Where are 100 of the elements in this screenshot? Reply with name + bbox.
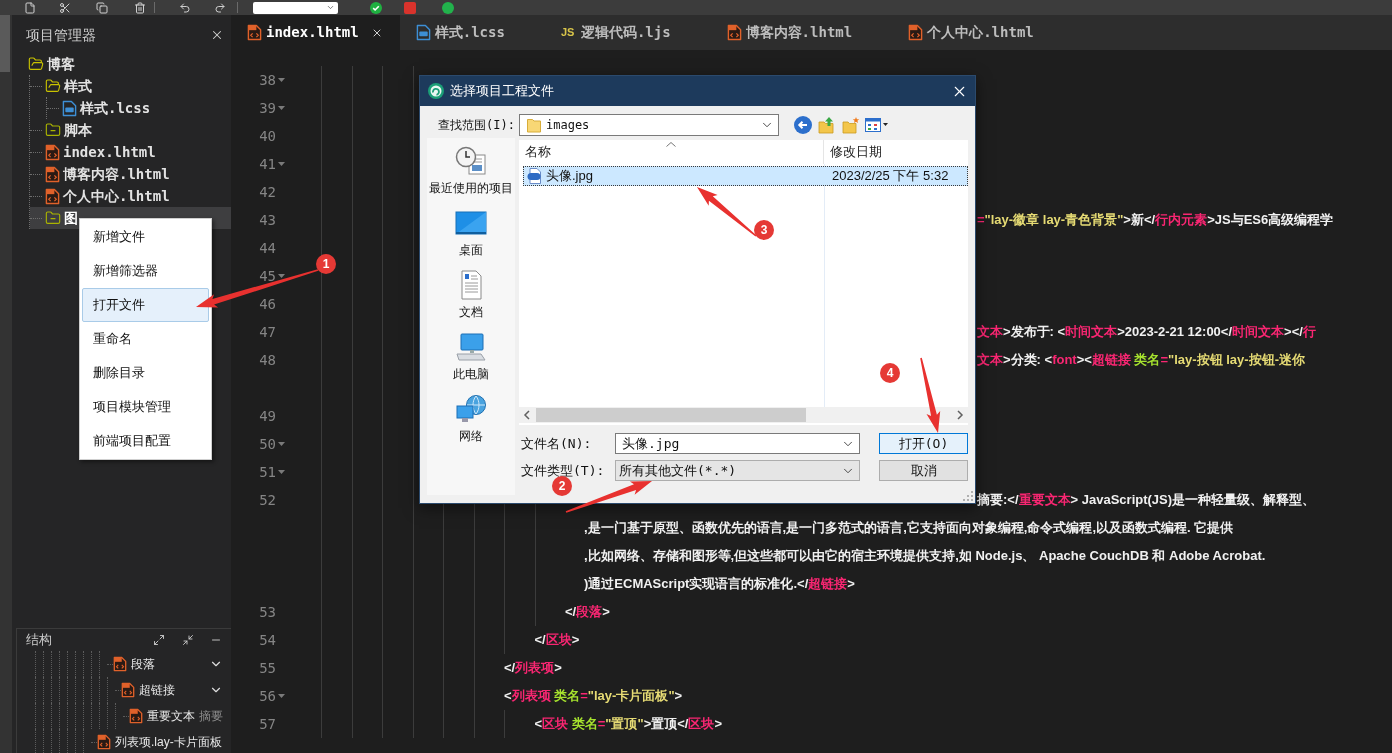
menu-item[interactable]: 新增筛选器 — [82, 254, 209, 288]
fold-arrow-icon[interactable] — [277, 162, 285, 166]
node-summary: 摘要 — [199, 708, 223, 725]
file-type-select[interactable]: 所有其他文件(*.*) — [615, 460, 860, 481]
back-icon[interactable] — [794, 116, 812, 134]
menu-item[interactable]: 新增文件 — [82, 220, 209, 254]
place-item[interactable]: 文档 — [427, 268, 515, 330]
line-number: 42 — [259, 182, 276, 202]
collapse-icon[interactable] — [182, 634, 194, 646]
code-line: </列表项> — [504, 659, 562, 677]
computer-icon — [455, 332, 487, 362]
fold-arrow-icon[interactable] — [277, 106, 285, 110]
item-label: 个人中心.lhtml — [63, 186, 170, 206]
view-menu-icon[interactable] — [865, 117, 889, 133]
expand-icon[interactable] — [153, 634, 165, 646]
scrollbar-thumb[interactable] — [0, 15, 10, 72]
scroll-left-icon[interactable] — [523, 410, 531, 420]
menu-item[interactable]: 项目模块管理 — [82, 390, 209, 424]
tree-item[interactable]: 段落 — [131, 655, 155, 673]
file-icon[interactable] — [24, 1, 36, 14]
file-row[interactable]: 头像.jpg 2023/2/25 下午 5:32 — [523, 166, 968, 186]
item-label: 样式 — [64, 76, 92, 96]
tree-item[interactable]: 超链接 — [139, 681, 175, 699]
clock-document-icon — [455, 146, 487, 176]
code-file-icon — [45, 143, 60, 161]
resize-grip-icon[interactable] — [963, 491, 973, 501]
tree-item[interactable]: 列表项.lay-卡片面板 — [115, 733, 222, 751]
item-label: 图 — [64, 208, 78, 228]
close-icon[interactable] — [210, 28, 224, 42]
code-line: 文本>发布于: <时间文本>2023-2-21 12:00</时间文本></行 — [977, 323, 1316, 341]
code-line: ="lay-徽章 lay-青色背景">新</行内元素>JS与ES6高级编程学 — [977, 211, 1334, 229]
code-line: </段落> — [565, 603, 610, 621]
line-number: 48 — [259, 350, 276, 370]
dropdown-field[interactable] — [253, 1, 338, 14]
code-file-icon — [113, 656, 127, 672]
tree-item[interactable]: 样式.lcss — [47, 97, 231, 119]
place-item[interactable]: 网络 — [427, 392, 515, 454]
image-file-icon — [527, 168, 543, 184]
tree-item[interactable]: 个人中心.lhtml — [30, 185, 231, 207]
fold-arrow-icon[interactable] — [277, 442, 285, 446]
fold-arrow-icon[interactable] — [277, 470, 285, 474]
editor-tab[interactable]: index.lhtml — [231, 15, 400, 50]
record-icon[interactable] — [442, 1, 454, 14]
file-name-field[interactable]: 头像.jpg — [615, 433, 860, 454]
item-label: 博客内容.lhtml — [63, 164, 170, 184]
trash-icon[interactable] — [134, 1, 146, 14]
place-item[interactable]: 桌面 — [427, 206, 515, 268]
fold-arrow-icon[interactable] — [277, 694, 285, 698]
line-number: 49 — [259, 406, 276, 426]
code-line: )通过ECMAScript实现语言的标准化.</超链接> — [584, 575, 855, 593]
scroll-right-icon[interactable] — [956, 410, 964, 420]
open-button[interactable]: 打开(O) — [879, 433, 968, 454]
panel-title: 结构 — [26, 631, 52, 650]
tree-item[interactable]: index.lhtml — [30, 141, 231, 163]
menu-item[interactable]: 打开文件 — [82, 288, 209, 322]
cancel-button[interactable]: 取消 — [879, 460, 968, 481]
editor-tab[interactable]: JS 逻辑代码.ljs — [544, 15, 711, 50]
copy-icon[interactable] — [96, 1, 108, 14]
editor-tab[interactable]: 个人中心.lhtml — [892, 15, 1074, 50]
tree-item[interactable]: 重要文本 — [147, 707, 195, 725]
style-file-icon — [415, 24, 431, 41]
fold-arrow-icon[interactable] — [277, 274, 285, 278]
code-file-icon — [247, 24, 262, 41]
modified-date: 2023/2/25 下午 5:32 — [831, 167, 949, 186]
line-number: 41 — [259, 154, 276, 174]
line-number: 54 — [259, 630, 276, 650]
code-line: ,比如网络、存储和图形等,但这些都可以由它的宿主环境提供支持,如 Node.js、 Apache CouchDB 和 Adobe Acrobat. — [584, 547, 1266, 565]
place-item[interactable]: 此电脑 — [427, 330, 515, 392]
code-file-icon — [129, 708, 143, 724]
line-number: 50 — [259, 434, 276, 454]
undo-icon[interactable] — [179, 1, 191, 14]
line-number: 51 — [259, 462, 276, 482]
editor-tab[interactable]: 博客内容.lhtml — [710, 15, 893, 50]
editor-tab[interactable]: 样式.lcss — [399, 15, 545, 50]
place-item[interactable]: 最近使用的项目 — [427, 144, 515, 206]
column-header[interactable]: 修改日期 — [824, 140, 968, 164]
up-folder-icon[interactable] — [818, 116, 836, 134]
column-header[interactable]: 名称 — [519, 140, 824, 164]
look-in-select[interactable]: images — [519, 114, 779, 136]
line-number: 57 — [259, 714, 276, 734]
code-line: 文本>分类: <font><超链接 类名="lay-按钮 lay-按钮-迷你 — [977, 351, 1305, 369]
line-number: 47 — [259, 322, 276, 342]
redo-icon[interactable] — [214, 1, 226, 14]
dialog-title: 选择项目工程文件 — [450, 82, 554, 101]
line-number: 40 — [259, 126, 276, 146]
code-line: <列表项 类名="lay-卡片面板"> — [504, 687, 683, 705]
tree-item[interactable]: 博客 — [28, 53, 231, 75]
annotation-arrow — [697, 187, 757, 237]
tree-item[interactable]: 博客内容.lhtml — [30, 163, 231, 185]
scrollbar-thumb[interactable] — [536, 408, 806, 422]
menu-item[interactable]: 前端项目配置 — [82, 424, 209, 458]
tree-item[interactable]: 脚本 — [30, 119, 231, 141]
code-line: <区块 类名="置顶">置顶</区块> — [534, 715, 723, 733]
menu-item[interactable]: 删除目录 — [82, 356, 209, 390]
menu-item[interactable]: 重命名 — [82, 322, 209, 356]
fold-arrow-icon[interactable] — [277, 78, 285, 82]
line-number: 53 — [259, 602, 276, 622]
check-circle-icon[interactable] — [370, 1, 382, 14]
scissors-icon[interactable] — [59, 1, 71, 14]
tree-item[interactable]: 样式 — [30, 75, 231, 97]
